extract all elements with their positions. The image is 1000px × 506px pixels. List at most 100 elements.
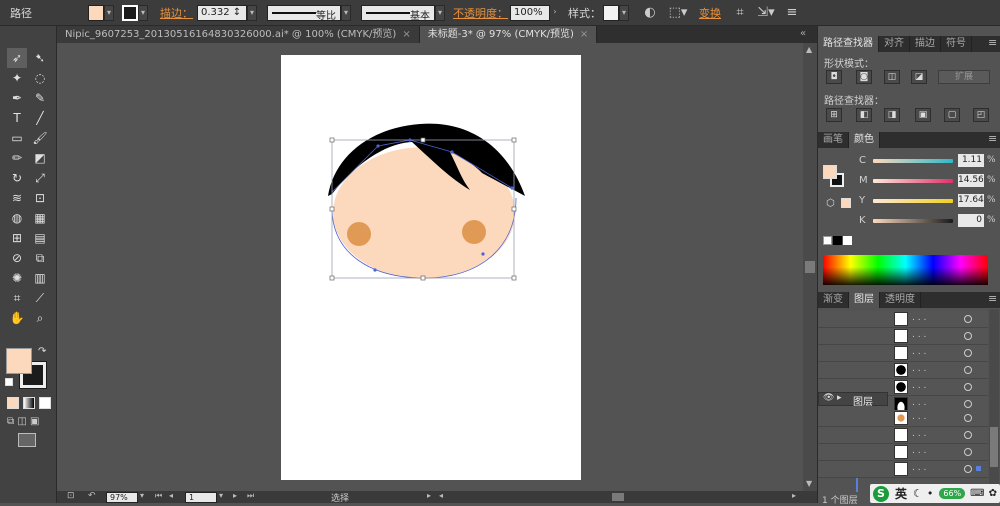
expand-triangle-icon[interactable]: ▸ xyxy=(837,393,842,403)
tab-pathfinder[interactable]: 路径查找器 xyxy=(818,36,879,52)
doc-tab-1[interactable]: Nipic_9607253_20130516164830326000.ai* @… xyxy=(57,26,420,43)
dot-icon[interactable]: • xyxy=(927,487,934,500)
target-icon[interactable] xyxy=(964,315,972,323)
hscroll-thumb[interactable] xyxy=(612,493,624,501)
layers-scroll-thumb[interactable] xyxy=(990,427,998,467)
draw-mode-icon[interactable]: ⧉ ◫ ▣ xyxy=(7,416,47,428)
line-tool-icon[interactable]: ╱ xyxy=(30,108,50,128)
layer-row[interactable]: . . . xyxy=(818,444,988,461)
magic-wand-tool-icon[interactable]: ✦ xyxy=(7,68,27,88)
channel-m-value[interactable]: 14.56 xyxy=(958,174,984,187)
target-icon[interactable] xyxy=(964,332,972,340)
target-icon[interactable] xyxy=(964,400,972,408)
chevron-down-icon[interactable]: ▾ xyxy=(435,5,445,21)
zoom-field[interactable]: 97% xyxy=(106,492,138,503)
layer-row[interactable]: . . . xyxy=(818,427,988,444)
artboard-nav-icon[interactable]: ⊡ xyxy=(67,491,75,501)
curvature-tool-icon[interactable]: ✎ xyxy=(30,88,50,108)
layer-row[interactable]: . . . xyxy=(818,328,988,345)
crop-icon[interactable]: ▣ xyxy=(915,108,931,122)
shape-builder-tool-icon[interactable]: ◍ xyxy=(7,208,27,228)
style-swatch[interactable] xyxy=(603,5,619,21)
intersect-icon[interactable]: ◫ xyxy=(884,70,900,84)
close-icon[interactable]: × xyxy=(580,29,588,40)
panel-menu-icon[interactable]: ≡ xyxy=(988,292,997,305)
variable-width-profile[interactable]: 等比 ▾ xyxy=(267,3,351,23)
out-of-gamut-icon[interactable]: ⬡ xyxy=(826,198,835,209)
trim-icon[interactable]: ◧ xyxy=(856,108,872,122)
target-icon[interactable] xyxy=(964,383,972,391)
fill-box[interactable] xyxy=(6,348,32,374)
hand-tool-icon[interactable]: ✋ xyxy=(7,308,27,328)
prev-artboard-icon[interactable]: ◂ xyxy=(169,491,173,500)
brush-box[interactable]: 基本 xyxy=(361,5,435,21)
gradient-tool-icon[interactable]: ▤ xyxy=(30,228,50,248)
fill-color-swatch[interactable]: ▾ xyxy=(88,3,114,23)
zoom-tool-icon[interactable]: ⌕ xyxy=(30,308,50,328)
merge-icon[interactable]: ◨ xyxy=(884,108,900,122)
gamut-swatch[interactable] xyxy=(841,198,851,208)
chevron-down-icon[interactable]: ▾ xyxy=(619,5,629,21)
divide-icon[interactable]: ⊞ xyxy=(826,108,842,122)
doc-tab-2[interactable]: 未标题-3* @ 97% (CMYK/预览)× xyxy=(420,26,598,43)
chevron-right-icon[interactable]: › xyxy=(550,5,560,21)
outline-icon[interactable]: ▢ xyxy=(944,108,960,122)
scroll-thumb[interactable] xyxy=(805,261,815,273)
skin-icon[interactable]: ✿ xyxy=(989,488,997,499)
layers-scrollbar[interactable] xyxy=(989,309,999,484)
perspective-grid-tool-icon[interactable]: ▦ xyxy=(30,208,50,228)
white-color-swatch[interactable] xyxy=(843,236,852,245)
mesh-tool-icon[interactable]: ⊞ xyxy=(7,228,27,248)
expand-button[interactable]: 扩展 xyxy=(938,70,990,84)
target-icon[interactable] xyxy=(964,414,972,422)
rotate-tool-icon[interactable]: ↻ xyxy=(7,168,27,188)
selection-tool-icon[interactable]: ➶ xyxy=(7,48,27,68)
blend-tool-icon[interactable]: ⧉ xyxy=(30,248,50,268)
none-color-swatch[interactable] xyxy=(823,236,832,245)
rectangle-tool-icon[interactable]: ▭ xyxy=(7,128,27,148)
screen-mode-icon[interactable] xyxy=(18,433,36,447)
target-icon[interactable] xyxy=(964,431,972,439)
last-artboard-icon[interactable]: ⏭ xyxy=(247,491,254,501)
channel-c-slider[interactable] xyxy=(873,159,953,163)
select-similar-icon[interactable]: ⬚▾ xyxy=(669,4,687,22)
stroke-swatch[interactable] xyxy=(122,5,138,21)
channel-k-slider[interactable] xyxy=(873,219,953,223)
eye-icon[interactable]: 👁 xyxy=(823,393,834,403)
graphic-style-picker[interactable]: ▾ xyxy=(603,3,629,23)
tab-stroke[interactable]: 描边 xyxy=(910,36,941,52)
hscroll-left-icon[interactable]: ◂ xyxy=(439,491,443,500)
scroll-down-icon[interactable]: ▼ xyxy=(806,479,812,488)
moon-icon[interactable]: ☾ xyxy=(913,487,923,500)
pen-tool-icon[interactable]: ✒ xyxy=(7,88,27,108)
free-transform-tool-icon[interactable]: ⊡ xyxy=(30,188,50,208)
chevron-down-icon[interactable]: ▾ xyxy=(140,491,144,500)
eyedropper-tool-icon[interactable]: ⊘ xyxy=(7,248,27,268)
target-icon[interactable] xyxy=(964,349,972,357)
tab-color[interactable]: 颜色 xyxy=(849,132,880,148)
pencil-tool-icon[interactable]: ✏ xyxy=(7,148,27,168)
color-spectrum[interactable] xyxy=(823,255,988,285)
chevron-down-icon[interactable]: ▾ xyxy=(341,5,351,21)
stroke-weight-stepper[interactable]: 0.332 ↕ ▾ xyxy=(197,3,257,23)
fill-swatch[interactable] xyxy=(88,5,104,21)
chevron-down-icon[interactable]: ▾ xyxy=(247,5,257,21)
layer-row[interactable]: . . . xyxy=(818,311,988,328)
default-colors-icon[interactable] xyxy=(5,378,13,386)
tab-brushes[interactable]: 画笔 xyxy=(818,132,849,148)
layer-row[interactable]: . . . xyxy=(818,345,988,362)
column-graph-tool-icon[interactable]: ▥ xyxy=(30,268,50,288)
profile-box[interactable]: 等比 xyxy=(267,5,341,21)
stroke-label[interactable]: 描边： xyxy=(160,3,193,23)
paintbrush-tool-icon[interactable]: 🖌 xyxy=(30,128,50,148)
tab-align[interactable]: 对齐 xyxy=(879,36,910,52)
stroke-weight-field[interactable]: 0.332 ↕ xyxy=(197,5,247,21)
scale-tool-icon[interactable]: ⤢ xyxy=(30,168,50,188)
keyboard-icon[interactable]: ⌨ xyxy=(970,488,984,499)
layer-row[interactable]: . . . xyxy=(818,362,988,379)
channel-y-value[interactable]: 17.64 xyxy=(958,194,984,207)
recolor-artwork-icon[interactable]: ◐ xyxy=(641,4,659,22)
layer-header-row[interactable]: 👁 ▸ 图层 xyxy=(818,392,888,406)
next-artboard-icon[interactable]: ▸ xyxy=(233,491,237,500)
chevron-down-icon[interactable]: ▾ xyxy=(138,5,148,21)
